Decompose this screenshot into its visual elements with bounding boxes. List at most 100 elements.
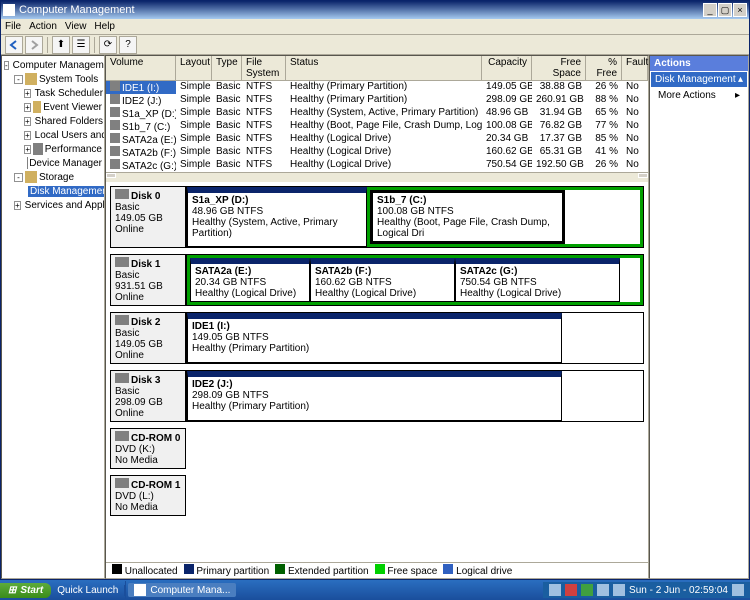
expand-toggle[interactable]: + [14,201,21,210]
col-volume[interactable]: Volume [106,56,176,80]
tree-item[interactable]: -Storage [4,170,102,184]
tray-icon[interactable] [565,584,577,596]
volume-row[interactable]: SATA2c (G:)SimpleBasicNTFSHealthy (Logic… [106,159,648,172]
disk-row: CD-ROM 0DVD (K:)No Media [110,428,644,469]
tree-item[interactable]: +Event Viewer [4,100,102,114]
partition[interactable]: SATA2a (E:)20.34 GB NTFSHealthy (Logical… [190,258,310,302]
tree-node-label: System Tools [39,74,98,85]
expand-toggle[interactable]: - [14,75,23,84]
volume-list-header: Volume Layout Type File System Status Ca… [106,56,648,81]
col-type[interactable]: Type [212,56,242,80]
col-layout[interactable]: Layout [176,56,212,80]
partition[interactable]: SATA2b (F:)160.62 GB NTFSHealthy (Logica… [310,258,455,302]
tree-item[interactable]: +Local Users and Gr [4,128,102,142]
tree-item[interactable]: +Task Scheduler [4,86,102,100]
volume-row[interactable]: S1a_XP (D:)SimpleBasicNTFSHealthy (Syste… [106,107,648,120]
disk-graphical-view[interactable]: Disk 0Basic149.05 GBOnlineS1a_XP (D:)48.… [106,182,648,562]
help-button[interactable]: ? [119,36,137,54]
minimize-button[interactable]: _ [703,3,717,17]
expand-toggle[interactable]: + [24,117,31,126]
volume-row[interactable]: IDE2 (J:)SimpleBasicNTFSHealthy (Primary… [106,94,648,107]
col-filesystem[interactable]: File System [242,56,286,80]
disk-partitions: IDE1 (I:)149.05 GB NTFSHealthy (Primary … [186,312,644,364]
forward-button[interactable] [25,36,43,54]
disk-header[interactable]: Disk 2Basic149.05 GBOnline [110,312,186,364]
disk-header[interactable]: CD-ROM 0DVD (K:)No Media [110,428,186,469]
menu-view[interactable]: View [65,21,87,32]
expand-toggle[interactable]: + [24,89,31,98]
volume-row[interactable]: IDE1 (I:)SimpleBasicNTFSHealthy (Primary… [106,81,648,94]
quick-launch[interactable]: Quick Launch [51,585,125,596]
tree-item[interactable]: +Shared Folders [4,114,102,128]
actions-pane: Actions Disk Management ▴ More Actions ▸ [649,55,749,579]
menu-action[interactable]: Action [29,21,57,32]
expand-toggle[interactable]: + [24,131,31,140]
disk-header[interactable]: Disk 1Basic931.51 GBOnline [110,254,186,306]
col-freespace[interactable]: Free Space [532,56,586,80]
disk-icon [115,478,129,488]
properties-button[interactable]: ☰ [72,36,90,54]
partition[interactable]: IDE2 (J:)298.09 GB NTFSHealthy (Primary … [187,371,562,421]
actions-context[interactable]: Disk Management ▴ [651,72,747,87]
expand-toggle[interactable]: - [4,61,9,70]
close-button[interactable]: × [733,3,747,17]
extended-partition: SATA2a (E:)20.34 GB NTFSHealthy (Logical… [187,255,643,305]
tree-item[interactable]: -Computer Management ( [4,58,102,72]
partition[interactable]: S1b_7 (C:)100.08 GB NTFSHealthy (Boot, P… [370,190,565,244]
col-status[interactable]: Status [286,56,482,80]
up-button[interactable]: ⬆ [52,36,70,54]
disk-header[interactable]: Disk 0Basic149.05 GBOnline [110,186,186,248]
col-capacity[interactable]: Capacity [482,56,532,80]
disk-partitions [186,475,644,516]
legend-swatch-icon [112,564,122,574]
legend-swatch-icon [375,564,385,574]
actions-header: Actions [650,56,748,71]
expand-toggle[interactable]: + [24,145,31,154]
back-button[interactable] [5,36,23,54]
volume-list[interactable]: IDE1 (I:)SimpleBasicNTFSHealthy (Primary… [106,81,648,172]
col-fault[interactable]: Fault [622,56,648,80]
refresh-button[interactable]: ⟳ [99,36,117,54]
volume-row[interactable]: S1b_7 (C:)SimpleBasicNTFSHealthy (Boot, … [106,120,648,133]
menu-file[interactable]: File [5,21,21,32]
expand-toggle[interactable]: - [14,173,23,182]
partition[interactable]: IDE1 (I:)149.05 GB NTFSHealthy (Primary … [187,313,562,363]
toolbar: ⬆ ☰ ⟳ ? [1,35,749,55]
partition[interactable]: SATA2c (G:)750.54 GB NTFSHealthy (Logica… [455,258,620,302]
maximize-button[interactable]: ▢ [718,3,732,17]
tree-item[interactable]: - System Tools [4,72,102,86]
actions-more[interactable]: More Actions ▸ [650,88,748,103]
volume-row[interactable]: SATA2b (F:)SimpleBasicNTFSHealthy (Logic… [106,146,648,159]
tray-icon[interactable] [581,584,593,596]
titlebar[interactable]: Computer Management _ ▢ × [1,1,749,19]
content-pane: Volume Layout Type File System Status Ca… [105,55,649,579]
col-pctfree[interactable]: % Free [586,56,622,80]
legend-swatch-icon [184,564,194,574]
clock[interactable]: Sun - 2 Jun - 02:59:04 [629,585,728,596]
tree-item[interactable]: Disk Management [4,184,102,198]
disk-header[interactable]: CD-ROM 1DVD (L:)No Media [110,475,186,516]
tree-node-icon [25,171,37,183]
navigation-tree[interactable]: -Computer Management (-System Tools+Task… [1,55,105,579]
tree-item[interactable]: +Performance [4,142,102,156]
tray-icon[interactable] [549,584,561,596]
taskbar-item[interactable]: Computer Mana... [128,583,236,597]
volume-row[interactable]: SATA2a (E:)SimpleBasicNTFSHealthy (Logic… [106,133,648,146]
disk-header[interactable]: Disk 3Basic298.09 GBOnline [110,370,186,422]
tray-icon[interactable] [613,584,625,596]
tree-node-label: Device Manager [29,158,102,169]
tray-icon[interactable] [597,584,609,596]
start-button[interactable]: ⊞ Start [0,583,51,598]
expand-toggle[interactable]: + [24,103,31,112]
partition[interactable]: S1a_XP (D:)48.96 GB NTFSHealthy (System,… [187,187,367,247]
show-desktop-icon[interactable] [732,584,744,596]
disk-row: CD-ROM 1DVD (L:)No Media [110,475,644,516]
tree-item[interactable]: +Services and Applica [4,198,102,212]
system-tray[interactable]: Sun - 2 Jun - 02:59:04 [543,582,750,598]
legend-item: Logical drive [443,564,512,577]
menu-help[interactable]: Help [94,21,115,32]
taskbar[interactable]: ⊞ Start Quick Launch Computer Mana... Su… [0,580,750,600]
tree-node-label: Computer Management ( [13,60,105,71]
disk-icon [115,257,129,267]
tree-item[interactable]: Device Manager [4,156,102,170]
